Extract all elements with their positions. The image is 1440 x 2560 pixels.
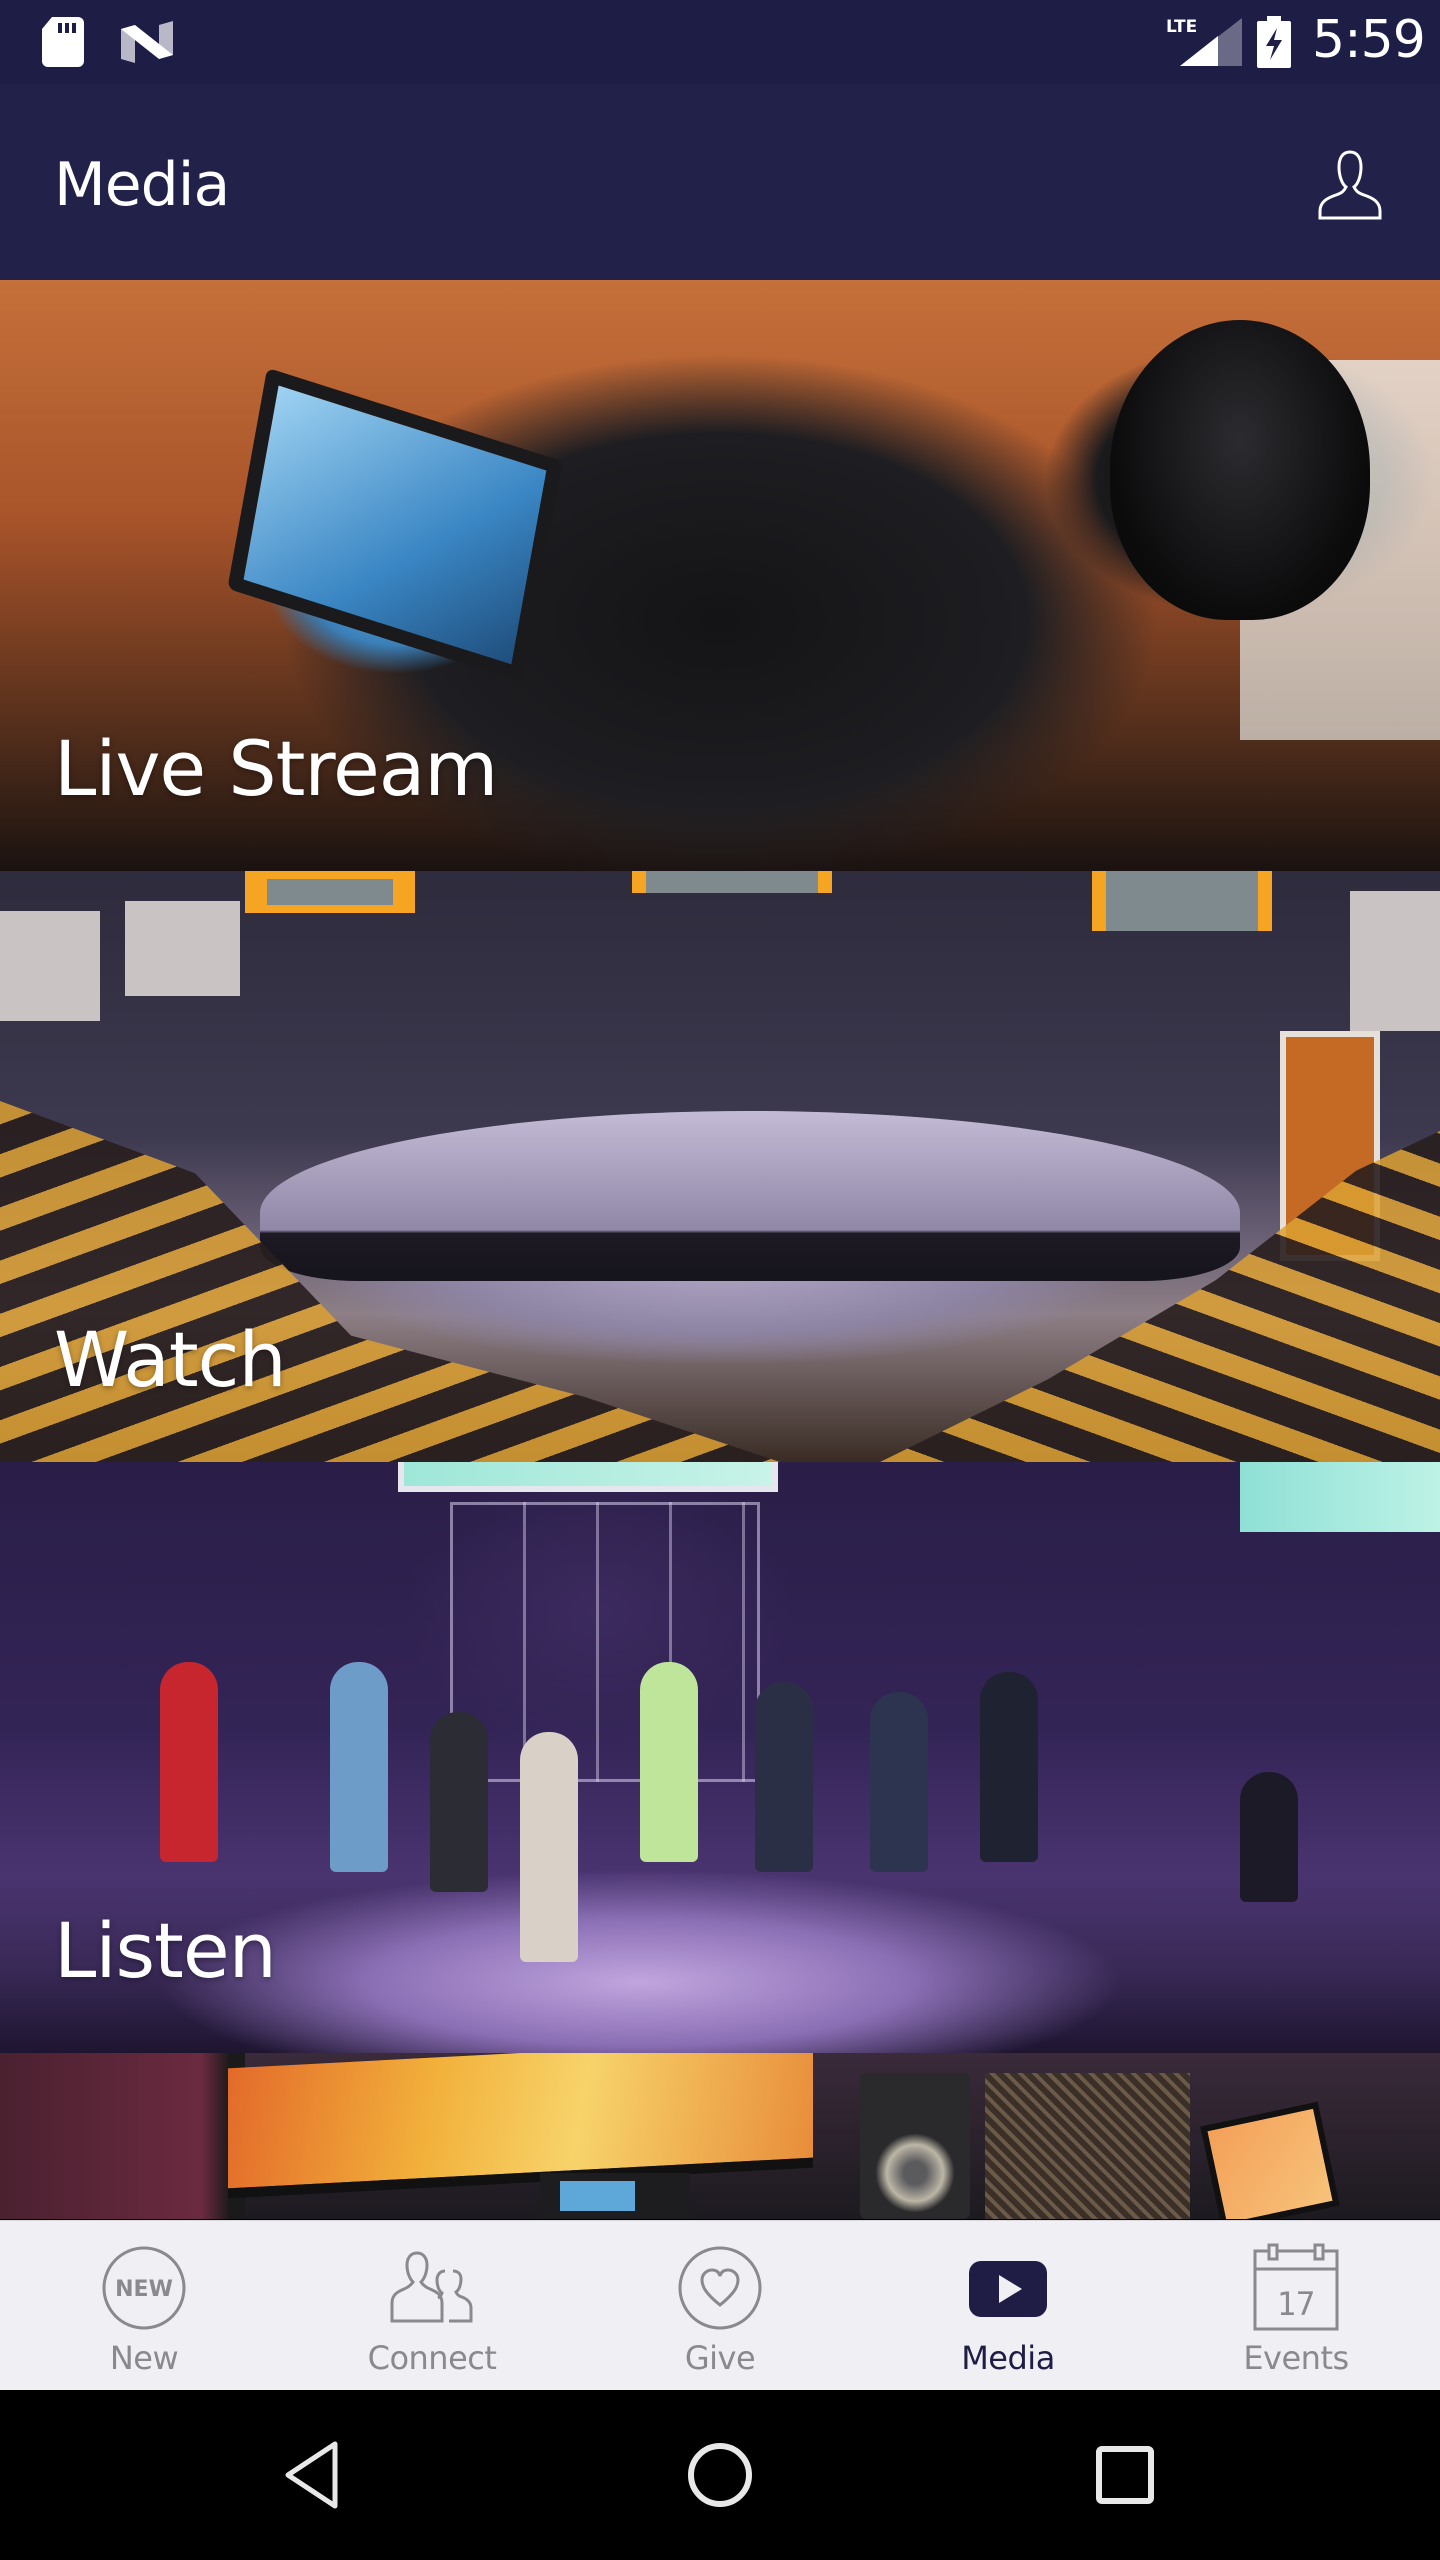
bottom-nav: NEW New Connect Give Media 17 Events [0, 2220, 1440, 2390]
profile-icon[interactable] [1310, 144, 1390, 224]
play-icon [969, 2261, 1047, 2317]
app-bar: Media [0, 84, 1440, 280]
tab-events[interactable]: 17 Events [1152, 2221, 1440, 2390]
tab-give[interactable]: Give [576, 2221, 864, 2390]
home-icon[interactable] [685, 2440, 755, 2510]
svg-text:17: 17 [1277, 2285, 1316, 2323]
svg-text:NEW: NEW [115, 2277, 173, 2302]
tab-media[interactable]: Media [864, 2221, 1152, 2390]
back-icon[interactable] [280, 2440, 350, 2510]
system-nav-bar [0, 2390, 1440, 2560]
page-title: Media [54, 150, 230, 220]
media-feed[interactable]: Live Stream Watch Listen [0, 280, 1440, 2220]
status-bar: LTE 5:59 [0, 0, 1440, 84]
card-label-listen: Listen [54, 1906, 277, 1995]
clock: 5:59 [1312, 10, 1426, 70]
card-watch[interactable]: Watch [0, 871, 1440, 1462]
tab-connect[interactable]: Connect [288, 2221, 576, 2390]
card-live-stream[interactable]: Live Stream [0, 280, 1440, 871]
tab-label-give: Give [684, 2339, 756, 2377]
studio-image [0, 2053, 1440, 2219]
tab-new[interactable]: NEW New [0, 2221, 288, 2390]
heart-icon [678, 2246, 762, 2330]
card-label-live-stream: Live Stream [54, 724, 498, 813]
card-studio[interactable] [0, 2053, 1440, 2219]
lte-signal-icon: LTE [1166, 17, 1242, 66]
tab-label-media: Media [961, 2339, 1055, 2377]
recents-icon[interactable] [1090, 2440, 1160, 2510]
card-label-watch: Watch [54, 1315, 287, 1404]
people-icon [390, 2251, 473, 2323]
android-n-icon [121, 21, 173, 63]
card-listen[interactable]: Listen [0, 1462, 1440, 2053]
svg-text:LTE: LTE [1166, 17, 1197, 37]
new-badge-icon: NEW [102, 2246, 186, 2330]
tab-label-events: Events [1243, 2339, 1349, 2377]
tab-label-connect: Connect [367, 2339, 497, 2377]
calendar-icon: 17 [1253, 2243, 1339, 2331]
sd-card-icon [42, 17, 84, 67]
battery-charging-icon [1257, 16, 1291, 68]
tab-label-new: New [109, 2339, 179, 2377]
